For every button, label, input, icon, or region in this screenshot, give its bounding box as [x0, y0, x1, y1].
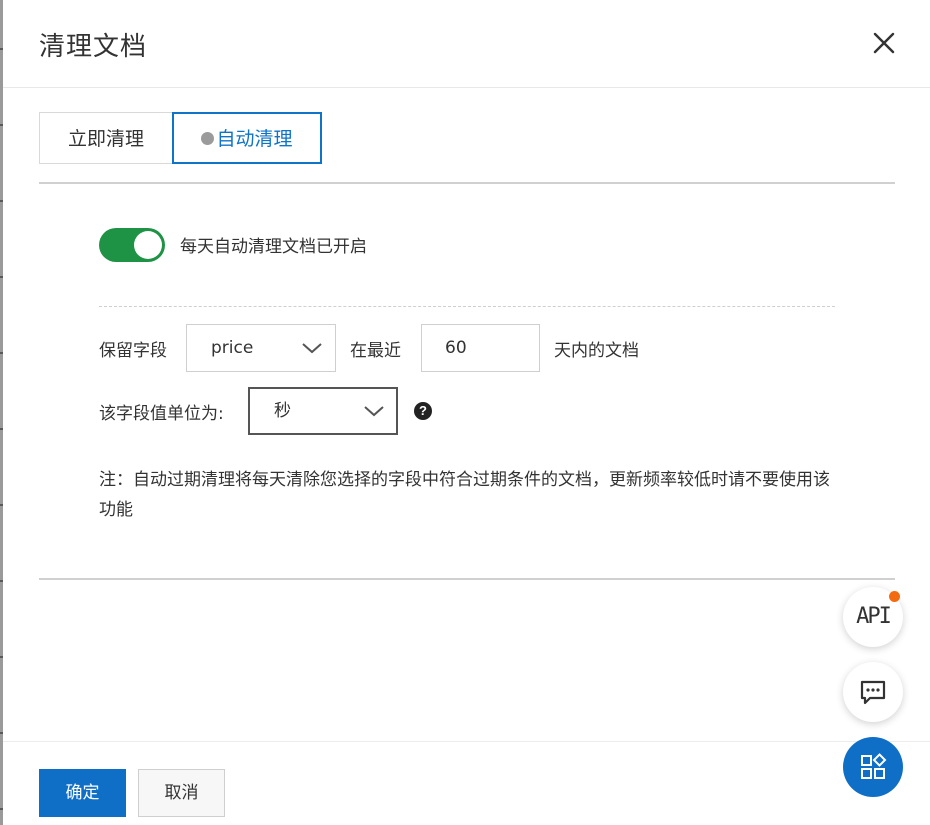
tabs-divider [39, 182, 895, 184]
field-select-value: price [211, 338, 254, 358]
unit-label: 该字段值单位为: [99, 404, 224, 424]
auto-clean-toggle[interactable] [99, 228, 165, 262]
dialog-title: 清理文档 [39, 32, 148, 62]
auto-clean-status-label: 每天自动清理文档已开启 [180, 237, 367, 257]
field-label: 保留字段 [99, 341, 167, 361]
tab-auto-clean-label: 自动清理 [216, 128, 293, 150]
tab-clean-now[interactable]: 立即清理 [39, 112, 173, 164]
field-select[interactable]: price [186, 324, 336, 372]
dialog-header: 清理文档 [3, 0, 930, 88]
chat-icon [860, 680, 886, 705]
unit-select-value: 秒 [274, 401, 291, 421]
close-icon [873, 32, 895, 54]
footer-divider [3, 741, 930, 742]
days-suffix-label: 天内的文档 [554, 341, 639, 361]
notification-badge [889, 591, 900, 602]
days-input[interactable]: 60 [421, 324, 540, 372]
question-circle-icon[interactable]: ? [414, 402, 432, 420]
chevron-down-icon [302, 343, 322, 354]
tab-auto-clean[interactable]: 自动清理 [172, 112, 322, 164]
clean-mode-tabs: 立即清理 自动清理 [39, 112, 895, 166]
toggle-knob [134, 231, 162, 259]
cursor-dot-icon [201, 132, 215, 145]
dashed-divider [99, 306, 835, 307]
apps-icon [861, 753, 887, 779]
cancel-button[interactable]: 取消 [138, 769, 225, 817]
apps-float-button[interactable] [843, 737, 903, 797]
unit-select[interactable]: 秒 [248, 387, 398, 435]
auto-clean-note: 注：自动过期清理将每天清除您选择的字段中符合过期条件的文档，更新频率较低时请不要… [99, 470, 830, 520]
chevron-down-icon [364, 406, 384, 417]
close-button[interactable] [869, 28, 899, 58]
confirm-button[interactable]: 确定 [39, 769, 126, 817]
chat-float-button[interactable] [843, 662, 903, 722]
clean-documents-dialog: 清理文档 立即清理 自动清理 每天自动清理文档已开启 保留字段 price 在最… [3, 0, 930, 825]
content-divider [39, 578, 895, 580]
recent-label: 在最近 [350, 341, 401, 361]
